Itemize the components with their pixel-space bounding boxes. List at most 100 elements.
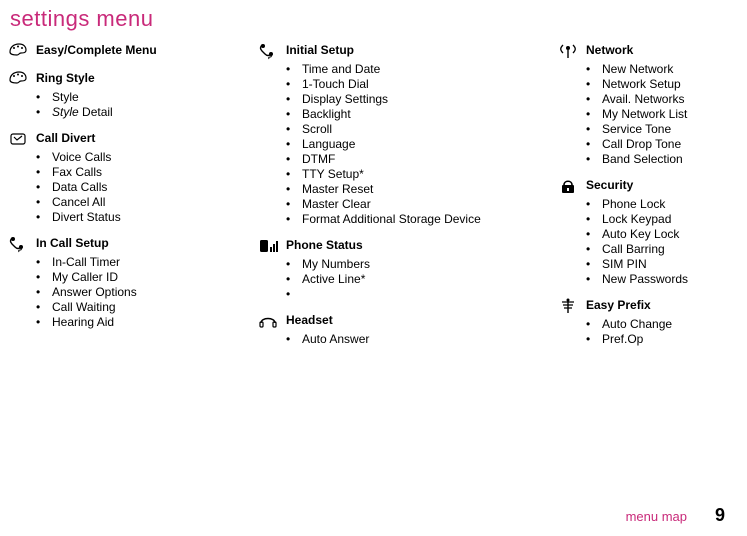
item-list: Auto ChangePref.Op [586, 317, 747, 347]
list-item: Language [286, 137, 518, 152]
list-item: New Network [586, 62, 747, 77]
section-header: Initial Setup [258, 42, 518, 60]
list-item: Auto Key Lock [586, 227, 747, 242]
phone-bars-icon [258, 237, 278, 255]
list-item-label: Cancel All [52, 195, 105, 210]
item-list: StyleStyle Detail [36, 90, 218, 120]
list-item-label: Call Barring [602, 242, 665, 257]
list-item: Backlight [286, 107, 518, 122]
list-item: Divert Status [36, 210, 218, 225]
list-item-label: Display Settings [302, 92, 388, 107]
list-item: Answer Options [36, 285, 218, 300]
section-header: Network [558, 42, 747, 60]
footer: menu map 9 [626, 505, 725, 526]
list-item: My Numbers [286, 257, 518, 272]
section-title: Easy/Complete Menu [36, 42, 157, 58]
item-list: Phone LockLock KeypadAuto Key LockCall B… [586, 197, 747, 287]
list-item-label: Network Setup [602, 77, 681, 92]
list-item-label: Phone Lock [602, 197, 665, 212]
palette-icon [8, 70, 28, 88]
section-header: Ring Style [8, 70, 218, 88]
section-header: Easy/Complete Menu [8, 42, 218, 60]
section-title: Call Divert [36, 130, 95, 146]
section-body: Voice CallsFax CallsData CallsCancel All… [8, 150, 218, 225]
item-list: Voice CallsFax CallsData CallsCancel All… [36, 150, 218, 225]
list-item: Fax Calls [36, 165, 218, 180]
list-item: TTY Setup* [286, 167, 518, 182]
section-title: Security [586, 177, 633, 193]
list-item-label: Backlight [302, 107, 351, 122]
antenna2-icon [558, 297, 578, 315]
list-item-label: My Network List [602, 107, 687, 122]
handset-cord-icon [258, 42, 278, 60]
list-item-label: Hearing Aid [52, 315, 114, 330]
list-item: My Caller ID [36, 270, 218, 285]
section-body: Auto Answer [258, 332, 518, 347]
list-item: Auto Answer [286, 332, 518, 347]
section-body: New NetworkNetwork SetupAvail. NetworksM… [558, 62, 747, 167]
section: In Call Setup In-Call TimerMy Caller IDAn… [8, 235, 218, 330]
section-title: Ring Style [36, 70, 95, 86]
list-item: Avail. Networks [586, 92, 747, 107]
page: settings menu Easy/Complete Menu Ring Sty… [0, 0, 747, 536]
handset-cord-icon [8, 235, 28, 253]
section-body: Phone LockLock KeypadAuto Key LockCall B… [558, 197, 747, 287]
list-item-label: Master Reset [302, 182, 373, 197]
list-item: Format Additional Storage Device [286, 212, 518, 227]
list-item: SIM PIN [586, 257, 747, 272]
list-item-label: Master Clear [302, 197, 371, 212]
item-list: Auto Answer [286, 332, 518, 347]
list-item-label: Active Line* [302, 272, 365, 287]
item-list: Time and Date1-Touch DialDisplay Setting… [286, 62, 518, 227]
list-item-label: 1-Touch Dial [302, 77, 369, 92]
list-item: Lock Keypad [586, 212, 747, 227]
list-item-label: DTMF [302, 152, 335, 167]
list-item-label: Avail. Networks [602, 92, 684, 107]
section-body: In-Call TimerMy Caller IDAnswer OptionsC… [8, 255, 218, 330]
section: Easy/Complete Menu [8, 42, 218, 60]
section: Headset Auto Answer [258, 312, 518, 347]
list-item-label: Band Selection [602, 152, 683, 167]
section: Call Divert Voice CallsFax CallsData Call… [8, 130, 218, 225]
section-header: Easy Prefix [558, 297, 747, 315]
list-item: Cancel All [36, 195, 218, 210]
footer-text: menu map [626, 509, 687, 524]
list-item-label: Fax Calls [52, 165, 102, 180]
list-item: Time and Date [286, 62, 518, 77]
list-item-label: Data Calls [52, 180, 107, 195]
section-header: Headset [258, 312, 518, 330]
list-item: Style [36, 90, 218, 105]
section-header: Phone Status [258, 237, 518, 255]
list-item-label: Style [52, 90, 79, 105]
section-title: Initial Setup [286, 42, 354, 58]
list-item-label: Auto Change [602, 317, 672, 332]
phone-hand-icon [8, 130, 28, 148]
headset-icon [258, 312, 278, 330]
list-item-label: Time and Date [302, 62, 380, 77]
section-body: Time and Date1-Touch DialDisplay Setting… [258, 62, 518, 227]
list-item-label: New Passwords [602, 272, 688, 287]
list-item-label: Answer Options [52, 285, 137, 300]
list-item-label: Voice Calls [52, 150, 111, 165]
section: Ring Style StyleStyle Detail [8, 70, 218, 120]
page-title: settings menu [10, 6, 729, 32]
list-item-label: My Numbers [302, 257, 370, 272]
list-item: Master Reset [286, 182, 518, 197]
list-item-label: Auto Key Lock [602, 227, 679, 242]
column-3: Network New NetworkNetwork SetupAvail. Ne… [558, 42, 747, 357]
section-title: Phone Status [286, 237, 363, 253]
footer-page-number: 9 [715, 505, 725, 526]
list-item-label: Language [302, 137, 355, 152]
item-list: My NumbersActive Line* [286, 257, 518, 302]
list-item: DTMF [286, 152, 518, 167]
list-item: Display Settings [286, 92, 518, 107]
section: Network New NetworkNetwork SetupAvail. Ne… [558, 42, 747, 167]
section-title: In Call Setup [36, 235, 109, 251]
column-2: Initial Setup Time and Date1-Touch DialDi… [258, 42, 518, 357]
columns: Easy/Complete Menu Ring Style StyleStyle D… [8, 42, 729, 357]
section-header: Security [558, 177, 747, 195]
item-list: In-Call TimerMy Caller IDAnswer OptionsC… [36, 255, 218, 330]
list-item: Network Setup [586, 77, 747, 92]
column-1: Easy/Complete Menu Ring Style StyleStyle D… [8, 42, 218, 357]
list-item: Pref.Op [586, 332, 747, 347]
